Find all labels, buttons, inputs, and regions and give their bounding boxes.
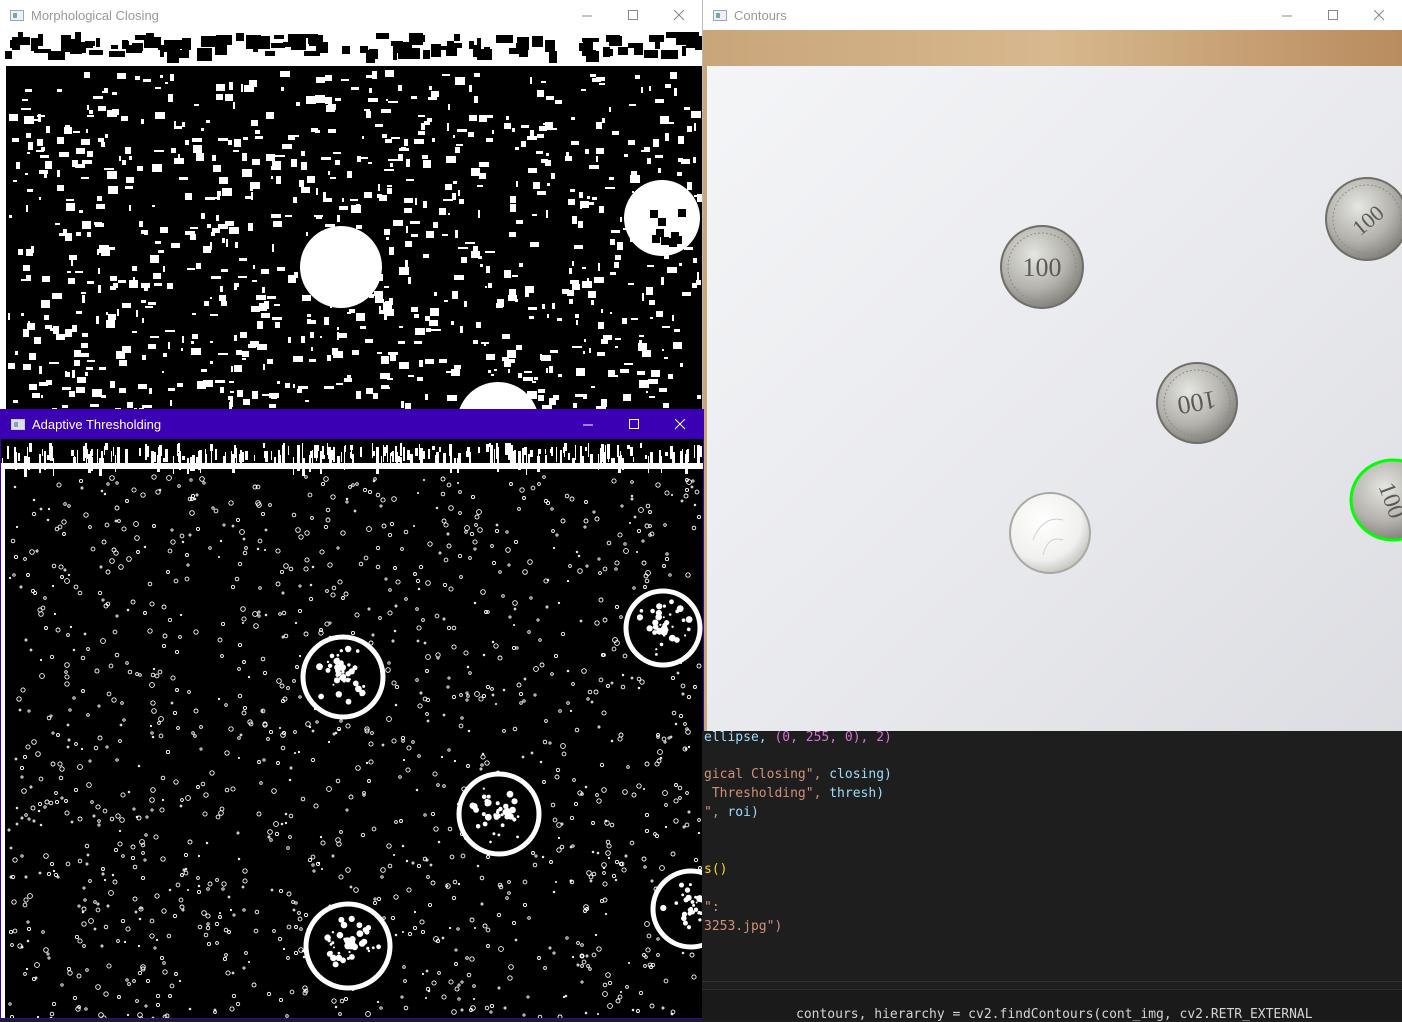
close-button[interactable] <box>656 0 702 30</box>
minimize-icon <box>581 15 592 16</box>
maximize-button[interactable] <box>611 409 657 439</box>
contours-titlebar[interactable]: Contours <box>703 0 1402 30</box>
close-icon <box>1373 9 1384 20</box>
code-line: ": <box>704 900 720 915</box>
coin-label: 100 <box>1023 253 1062 282</box>
app-window-icon <box>713 9 727 21</box>
minimize-icon <box>582 424 593 425</box>
code-line: ellipse, (0, 255, 0), 2) <box>704 730 892 745</box>
maximize-icon <box>627 9 638 20</box>
code-line: Thresholding", thresh) <box>704 786 885 801</box>
thresh-titlebar[interactable]: Adaptive Thresholding <box>1 409 703 439</box>
code-line: gical Closing", closing) <box>704 767 892 782</box>
minimize-button[interactable] <box>564 0 610 30</box>
thresh-binary-image <box>1 443 703 1018</box>
contours-image: 100 100 100 100 <box>703 30 1402 731</box>
maximize-icon <box>628 418 639 429</box>
code-line: ", roi) <box>704 805 759 820</box>
window-title: Contours <box>734 7 787 23</box>
contours-photo: 100 100 100 100 <box>703 30 1402 731</box>
adaptive-thresholding-window[interactable]: Adaptive Thresholding <box>0 409 704 1019</box>
morphological-closing-window[interactable]: Morphological Closing <box>0 0 702 410</box>
close-icon <box>673 9 684 20</box>
maximize-button[interactable] <box>610 0 656 30</box>
closing-image <box>0 30 702 410</box>
app-window-icon <box>11 418 25 430</box>
paper-sheet <box>707 66 1402 731</box>
coin: 100 <box>1156 362 1238 444</box>
contours-window[interactable]: Contours 100 100 100 100 <box>702 0 1402 731</box>
code-line-bottom: contours, hierarchy = cv2.findContours(c… <box>796 1007 1313 1022</box>
code-line: s() <box>704 862 728 877</box>
close-icon <box>674 418 685 429</box>
code-editor[interactable]: ellipse, (0, 255, 0), 2) gical Closing",… <box>702 730 1402 1022</box>
window-title: Adaptive Thresholding <box>32 416 162 432</box>
editor-divider <box>702 981 1402 982</box>
maximize-icon <box>1327 9 1338 20</box>
close-button[interactable] <box>657 409 703 439</box>
code-line: 3253.jpg") <box>704 919 783 934</box>
closing-binary-image <box>0 30 702 410</box>
minimize-button[interactable] <box>1264 0 1310 30</box>
coin <box>1009 492 1091 574</box>
minimize-button[interactable] <box>565 409 611 439</box>
thresh-image <box>1 439 703 1018</box>
app-window-icon <box>10 9 24 21</box>
closing-titlebar[interactable]: Morphological Closing <box>0 0 702 30</box>
close-button[interactable] <box>1356 0 1402 30</box>
coin: 100 <box>1325 177 1402 261</box>
coin: 100 <box>1000 225 1084 309</box>
minimize-icon <box>1281 15 1292 16</box>
maximize-button[interactable] <box>1310 0 1356 30</box>
window-title: Morphological Closing <box>31 7 159 23</box>
